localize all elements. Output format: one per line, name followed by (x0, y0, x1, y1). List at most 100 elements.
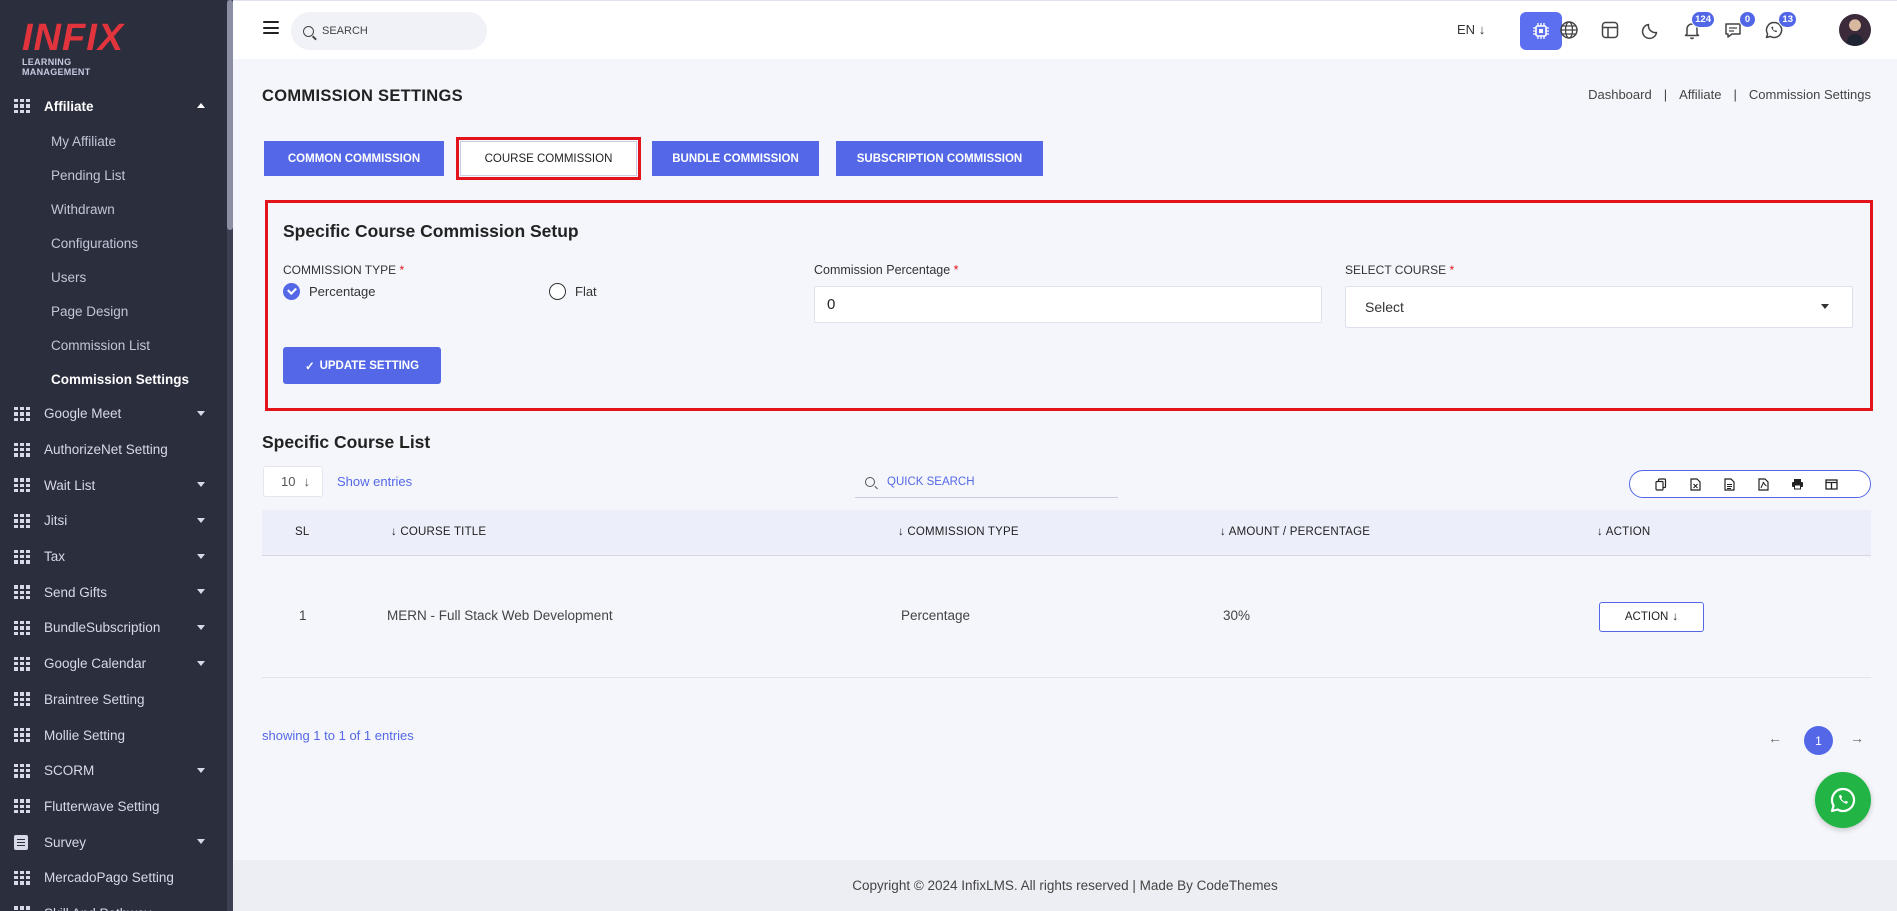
sidebar-item-wait-list[interactable]: Wait List (0, 467, 227, 503)
sidebar-item-scorm[interactable]: SCORM (0, 753, 227, 789)
pdf-icon[interactable] (1746, 471, 1780, 497)
radio-percentage[interactable] (283, 283, 300, 300)
language-code: EN (1457, 22, 1476, 37)
columns-icon[interactable] (1814, 471, 1848, 497)
course-table-header: SL ↓ COURSE TITLE ↓ COMMISSION TYPE ↓ AM… (262, 510, 1871, 556)
notifications-button[interactable]: 124 (1679, 11, 1715, 43)
select-course-label: SELECT COURSE * (1345, 263, 1454, 277)
sidebar-subitem-configurations[interactable]: Configurations (0, 226, 227, 260)
messages-button[interactable]: 0 (1720, 11, 1756, 43)
column-header-commission-type[interactable]: ↓ COMMISSION TYPE (898, 526, 1019, 538)
sidebar-subitem-withdrawn[interactable]: Withdrawn (0, 192, 227, 226)
sidebar-item-authorizenet-setting[interactable]: AuthorizeNet Setting (0, 432, 227, 468)
notifications-badge: 124 (1691, 11, 1715, 28)
topbar: EN ↓ 124 0 13 (233, 0, 1897, 59)
column-header-course-title[interactable]: ↓ COURSE TITLE (391, 526, 486, 538)
quick-search[interactable] (855, 466, 1118, 498)
moon-icon[interactable] (1638, 17, 1664, 43)
column-header-sl[interactable]: SL (295, 526, 309, 538)
sidebar-item-affiliate[interactable]: Affiliate (0, 88, 227, 124)
breadcrumb-separator: | (1733, 87, 1737, 102)
copy-icon[interactable] (1644, 471, 1678, 497)
sidebar-item-label: Survey (44, 834, 87, 850)
row-action-button[interactable]: ACTION ↓ (1599, 602, 1704, 632)
sidebar-item-braintree-setting[interactable]: Braintree Setting (0, 682, 227, 718)
sidebar-item-bundlesubscription[interactable]: BundleSubscription (0, 610, 227, 646)
radio-option-flat[interactable]: Flat (549, 283, 597, 300)
grid-icon (14, 513, 30, 528)
sidebar-item-skill-and-pathway[interactable]: Skill And Pathway (0, 896, 227, 911)
excel-icon[interactable] (1678, 471, 1712, 497)
layout-icon[interactable] (1597, 17, 1623, 43)
messages-badge: 0 (1739, 11, 1756, 28)
pagination-next-button[interactable]: → (1850, 730, 1864, 746)
select-course-dropdown[interactable]: Select (1345, 286, 1853, 328)
breadcrumb-affiliate[interactable]: Affiliate (1679, 87, 1721, 102)
pagination-prev-button[interactable]: ← (1768, 730, 1782, 746)
sidebar-scrollbar[interactable] (227, 0, 233, 911)
breadcrumb-dashboard[interactable]: Dashboard (1588, 87, 1652, 102)
language-selector[interactable]: EN ↓ (1457, 22, 1485, 37)
affiliate-submenu: My Affiliate Pending List Withdrawn Conf… (0, 124, 227, 396)
sort-arrow-icon: ↓ (1220, 526, 1229, 538)
sidebar-item-mercadopago-setting[interactable]: MercadoPago Setting (0, 860, 227, 896)
logo[interactable]: INFIX LEARNING MANAGEMENT (22, 19, 142, 77)
sidebar-item-google-meet[interactable]: Google Meet (0, 396, 227, 432)
grid-icon (14, 99, 30, 113)
sidebar-item-label: SCORM (44, 763, 95, 779)
tab-course-commission[interactable]: COURSE COMMISSION (456, 137, 641, 180)
globe-icon[interactable] (1556, 17, 1582, 43)
sidebar-subitem-users[interactable]: Users (0, 260, 227, 294)
global-search[interactable] (291, 12, 487, 50)
sort-arrow-icon: ↓ (1597, 526, 1606, 538)
sidebar-subitem-commission-list[interactable]: Commission List (0, 328, 227, 362)
sidebar-subitem-page-design[interactable]: Page Design (0, 294, 227, 328)
sidebar-subitem-pending-list[interactable]: Pending List (0, 158, 227, 192)
grid-icon (14, 585, 30, 600)
csv-icon[interactable] (1712, 471, 1746, 497)
cell-sl: 1 (299, 608, 307, 623)
user-avatar[interactable] (1839, 14, 1871, 46)
required-mark: * (399, 263, 405, 277)
sidebar-item-tax[interactable]: Tax (0, 539, 227, 575)
tab-bundle-commission[interactable]: BUNDLE COMMISSION (652, 141, 819, 176)
commission-type-label-text: COMMISSION TYPE (283, 263, 397, 277)
sidebar-module-list: Google Meet AuthorizeNet Setting Wait List… (0, 396, 227, 911)
sidebar-item-survey[interactable]: Survey (0, 824, 227, 860)
update-setting-button[interactable]: ✓ UPDATE SETTING (283, 347, 441, 384)
tab-subscription-commission[interactable]: SUBSCRIPTION COMMISSION (836, 141, 1043, 176)
caret-up-icon (197, 103, 205, 108)
commission-percentage-input[interactable]: 0 (814, 286, 1322, 323)
sidebar-item-google-calendar[interactable]: Google Calendar (0, 646, 227, 682)
sidebar-item-label: Flutterwave Setting (44, 798, 160, 814)
caret-down-icon (197, 482, 205, 488)
column-header-action-text: ACTION (1605, 526, 1651, 538)
column-header-course-title-text: COURSE TITLE (400, 526, 487, 538)
sidebar-item-send-gifts[interactable]: Send Gifts (0, 574, 227, 610)
sidebar-subitem-my-affiliate[interactable]: My Affiliate (0, 124, 227, 158)
sidebar-item-label: Google Meet (44, 406, 122, 422)
search-input[interactable] (322, 25, 472, 37)
grid-icon (14, 763, 30, 778)
sidebar-item-jitsi[interactable]: Jitsi (0, 503, 227, 539)
sidebar-item-mollie-setting[interactable]: Mollie Setting (0, 717, 227, 753)
quick-search-input[interactable] (887, 475, 1087, 488)
hamburger-menu-icon[interactable] (263, 21, 279, 34)
radio-flat[interactable] (549, 283, 566, 300)
print-icon[interactable] (1780, 471, 1814, 497)
radio-percentage-label: Percentage (309, 284, 376, 299)
required-mark: * (953, 263, 959, 277)
whatsapp-chat-button[interactable] (1815, 772, 1871, 828)
whatsapp-top-button[interactable]: 13 (1761, 11, 1797, 43)
column-header-action[interactable]: ↓ ACTION (1597, 526, 1650, 538)
sidebar-subitem-commission-settings[interactable]: Commission Settings (0, 362, 227, 396)
sidebar-item-flutterwave-setting[interactable]: Flutterwave Setting (0, 789, 227, 825)
column-header-amount[interactable]: ↓ AMOUNT / PERCENTAGE (1220, 526, 1370, 538)
tab-common-commission[interactable]: COMMON COMMISSION (264, 141, 444, 176)
whatsapp-badge: 13 (1778, 11, 1797, 28)
radio-option-percentage[interactable]: Percentage (283, 283, 549, 300)
sidebar-item-label: Wait List (44, 477, 96, 493)
grid-icon (14, 442, 30, 457)
pagination-page-1[interactable]: 1 (1804, 726, 1833, 755)
entries-per-page-select[interactable]: 10 ↓ (263, 466, 323, 497)
